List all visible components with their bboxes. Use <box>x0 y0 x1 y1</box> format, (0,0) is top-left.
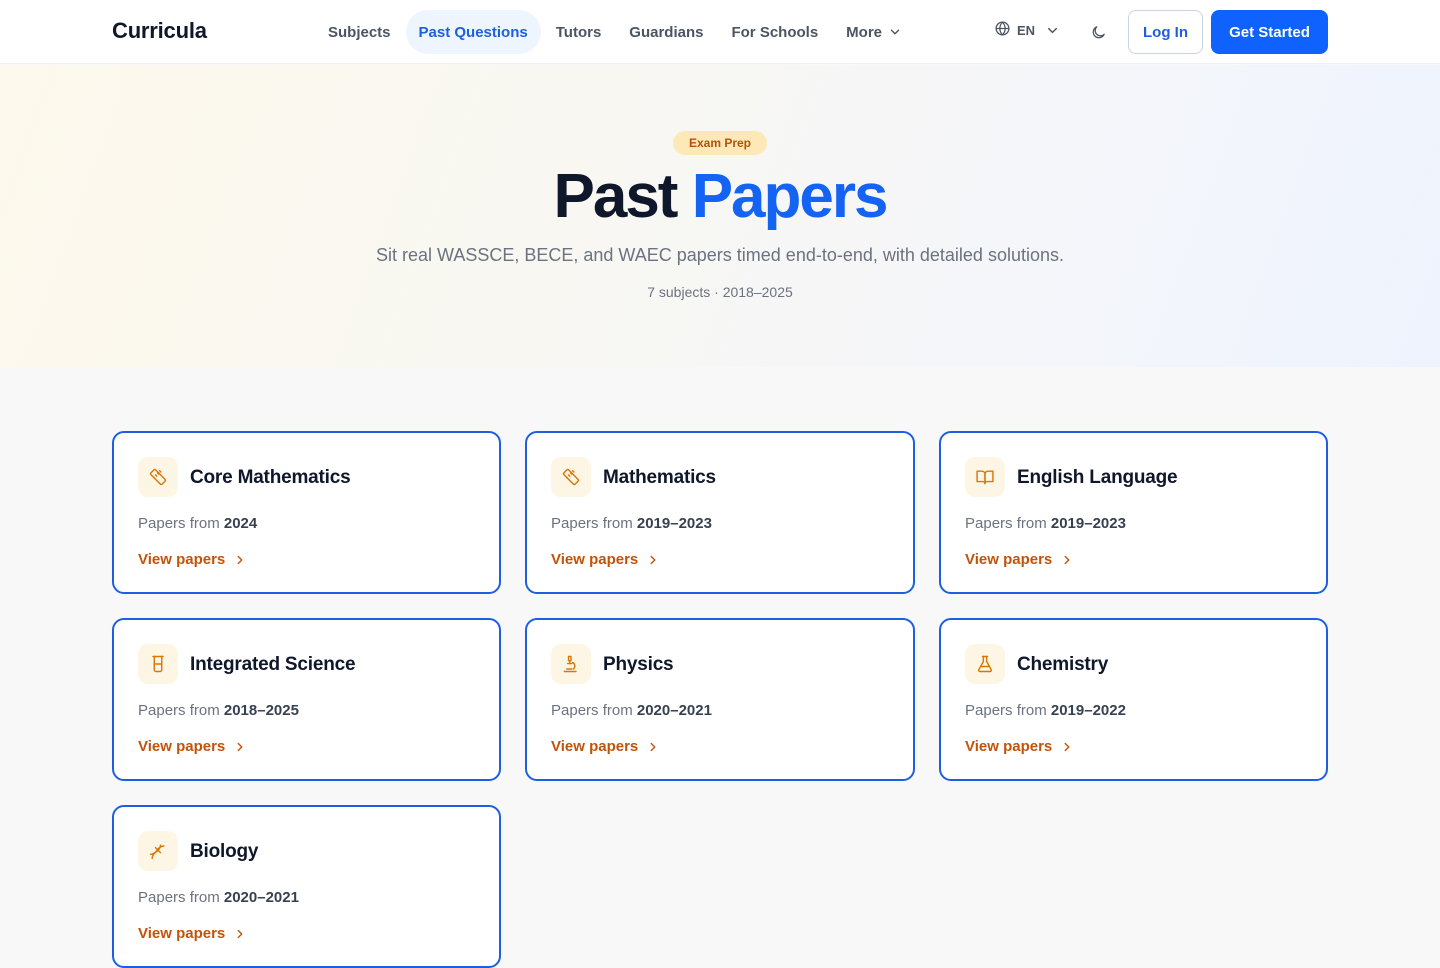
dna-icon <box>138 831 178 871</box>
subject-card-integrated-science[interactable]: Integrated Science Papers from 2018–2025… <box>112 618 501 781</box>
language-selector[interactable]: EN <box>994 20 1060 40</box>
papers-years: 2019–2022 <box>1050 702 1126 719</box>
nav-label: Past Questions <box>418 23 528 41</box>
flask-icon <box>965 644 1005 684</box>
view-papers-link[interactable]: View papers <box>138 551 247 568</box>
subject-card-english-language[interactable]: English Language Papers from 2019–2023 V… <box>939 431 1328 594</box>
moon-icon <box>1090 24 1107 41</box>
microscope-icon <box>551 644 591 684</box>
papers-years: 2024 <box>223 515 258 532</box>
subject-card-mathematics[interactable]: Mathematics Papers from 2019–2023 View p… <box>525 431 915 594</box>
main-nav: Subjects Past Questions Tutors Guardians… <box>315 10 915 54</box>
theme-toggle[interactable] <box>1086 20 1110 44</box>
view-papers-link[interactable]: View papers <box>551 738 660 755</box>
view-papers-link[interactable]: View papers <box>138 738 247 755</box>
page-title: Past Papers <box>0 161 1440 232</box>
chevron-right-icon <box>1060 553 1074 567</box>
papers-prefix: Papers from <box>551 702 633 719</box>
link-label: View papers <box>138 738 226 755</box>
papers-prefix: Papers from <box>965 515 1047 532</box>
link-label: View papers <box>138 551 226 568</box>
get-started-button[interactable]: Get Started <box>1211 10 1328 54</box>
papers-prefix: Papers from <box>138 702 220 719</box>
book-icon <box>965 457 1005 497</box>
chevron-right-icon <box>233 927 247 941</box>
subject-card-chemistry[interactable]: Chemistry Papers from 2019–2022 View pap… <box>939 618 1328 781</box>
nav-tutors[interactable]: Tutors <box>543 10 615 54</box>
papers-prefix: Papers from <box>138 889 220 906</box>
nav-guardians[interactable]: Guardians <box>616 10 716 54</box>
chevron-right-icon <box>646 740 660 754</box>
papers-years: 2020–2021 <box>636 702 712 719</box>
card-title: Biology <box>190 841 259 862</box>
chevron-right-icon <box>233 553 247 567</box>
view-papers-link[interactable]: View papers <box>138 925 247 942</box>
link-label: View papers <box>965 738 1053 755</box>
card-papers: Papers from 2019–2022 <box>965 702 1126 719</box>
card-papers: Papers from 2018–2025 <box>138 702 299 719</box>
nav-subjects[interactable]: Subjects <box>315 10 404 54</box>
chevron-right-icon <box>646 553 660 567</box>
hero-section: Exam Prep Past Papers Sit real WASSCE, B… <box>0 65 1440 367</box>
view-papers-link[interactable]: View papers <box>965 551 1074 568</box>
view-papers-link[interactable]: View papers <box>965 738 1074 755</box>
nav-label: For Schools <box>731 23 819 41</box>
globe-icon <box>994 20 1011 40</box>
hero-meta: 7 subjects · 2018–2025 <box>647 284 793 300</box>
login-button[interactable]: Log In <box>1128 10 1203 54</box>
papers-years: 2019–2023 <box>636 515 712 532</box>
language-label: EN <box>1017 22 1036 38</box>
link-label: View papers <box>138 925 226 942</box>
papers-prefix: Papers from <box>551 515 633 532</box>
logo[interactable]: Curricula <box>112 18 207 44</box>
nav-for-schools[interactable]: For Schools <box>718 10 831 54</box>
subject-card-core-mathematics[interactable]: Core Mathematics Papers from 2024 View p… <box>112 431 501 594</box>
papers-years: 2018–2025 <box>223 702 299 719</box>
nav-label: More <box>846 23 883 41</box>
papers-years: 2020–2021 <box>223 889 299 906</box>
title-accent: Papers <box>691 162 889 231</box>
chevron-down-icon <box>1045 23 1060 38</box>
hero-subtitle: Sit real WASSCE, BECE, and WAEC papers t… <box>376 245 1064 265</box>
nav-label: Subjects <box>328 23 391 41</box>
papers-prefix: Papers from <box>965 702 1047 719</box>
card-papers: Papers from 2019–2023 <box>551 515 712 532</box>
link-label: View papers <box>551 738 639 755</box>
card-papers: Papers from 2020–2021 <box>551 702 712 719</box>
subject-grid: Core Mathematics Papers from 2024 View p… <box>112 431 1328 968</box>
card-title: Mathematics <box>603 467 716 488</box>
beaker-icon <box>138 644 178 684</box>
subject-card-biology[interactable]: Biology Papers from 2020–2021 View paper… <box>112 805 501 968</box>
link-label: View papers <box>965 551 1053 568</box>
card-papers: Papers from 2020–2021 <box>138 889 299 906</box>
ruler-icon <box>138 457 178 497</box>
ruler-icon <box>551 457 591 497</box>
nav-past-questions[interactable]: Past Questions <box>405 10 541 54</box>
card-papers: Papers from 2019–2023 <box>965 515 1126 532</box>
card-title: Core Mathematics <box>190 467 351 488</box>
card-title: Chemistry <box>1017 654 1109 675</box>
card-title: English Language <box>1017 467 1178 488</box>
nav-label: Tutors <box>555 23 602 41</box>
card-title: Physics <box>603 654 674 675</box>
title-main: Past <box>553 162 678 231</box>
exam-prep-badge: Exam Prep <box>673 131 767 155</box>
nav-more[interactable]: More <box>833 10 915 54</box>
card-papers: Papers from 2024 <box>138 515 257 532</box>
chevron-right-icon <box>1060 740 1074 754</box>
top-navbar: Curricula Subjects Past Questions Tutors… <box>0 0 1440 64</box>
link-label: View papers <box>551 551 639 568</box>
chevron-down-icon <box>888 25 902 39</box>
papers-prefix: Papers from <box>138 515 220 532</box>
chevron-right-icon <box>233 740 247 754</box>
view-papers-link[interactable]: View papers <box>551 551 660 568</box>
nav-label: Guardians <box>629 23 704 41</box>
subject-card-physics[interactable]: Physics Papers from 2020–2021 View paper… <box>525 618 915 781</box>
papers-years: 2019–2023 <box>1050 515 1126 532</box>
card-title: Integrated Science <box>190 654 356 675</box>
